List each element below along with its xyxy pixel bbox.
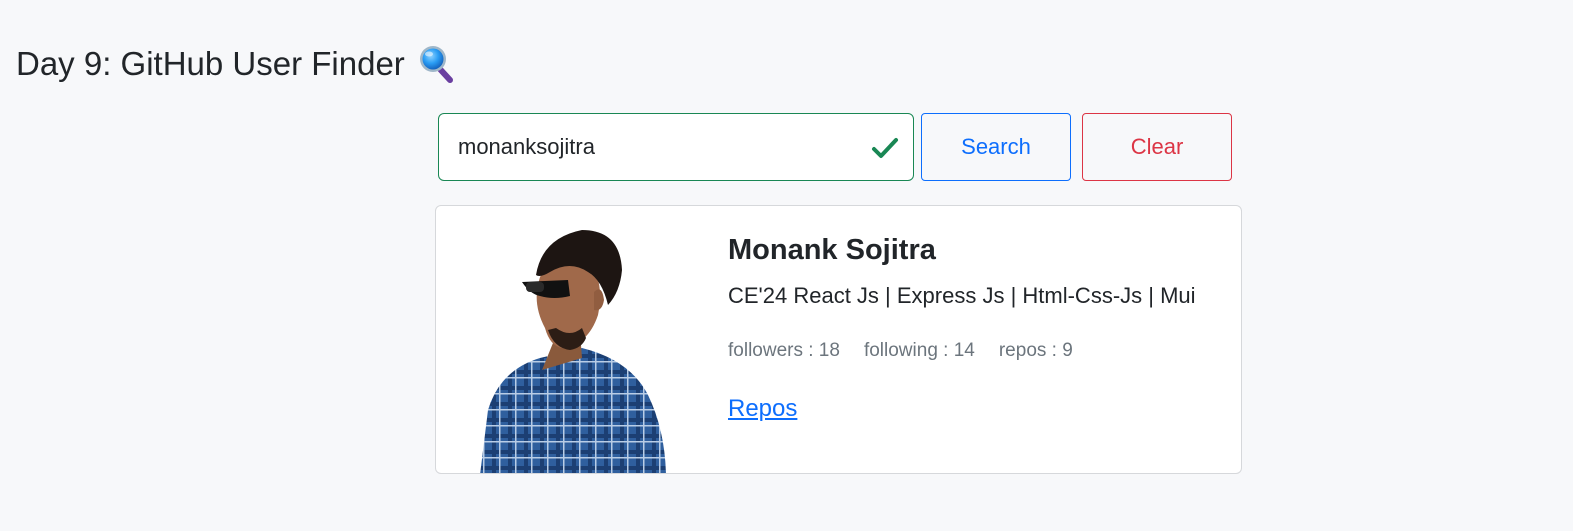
user-stats: followers : 18 following : 14 repos : 9 [728, 338, 1221, 364]
user-details: Monank Sojitra CE'24 React Js | Express … [728, 228, 1221, 424]
page-title-text: Day 9: GitHub User Finder [16, 45, 405, 82]
search-input[interactable] [439, 114, 913, 180]
following-count: following : 14 [863, 340, 975, 361]
checkmark-icon [872, 138, 898, 158]
search-input-wrapper [438, 113, 914, 181]
user-card: Monank Sojitra CE'24 React Js | Express … [435, 205, 1242, 474]
magnifying-glass-icon [419, 46, 453, 83]
search-form: Search Clear [438, 113, 1232, 181]
page-title: Day 9: GitHub User Finder [16, 40, 457, 88]
search-button[interactable]: Search [921, 113, 1071, 181]
user-name: Monank Sojitra [728, 234, 936, 266]
repos-count: repos : 9 [998, 340, 1073, 361]
user-bio: CE'24 React Js | Express Js | Html-Css-J… [728, 283, 1196, 308]
clear-button[interactable]: Clear [1082, 113, 1232, 181]
followers-count: followers : 18 [728, 340, 840, 361]
user-avatar [480, 230, 666, 473]
repos-link[interactable]: Repos [728, 394, 797, 424]
